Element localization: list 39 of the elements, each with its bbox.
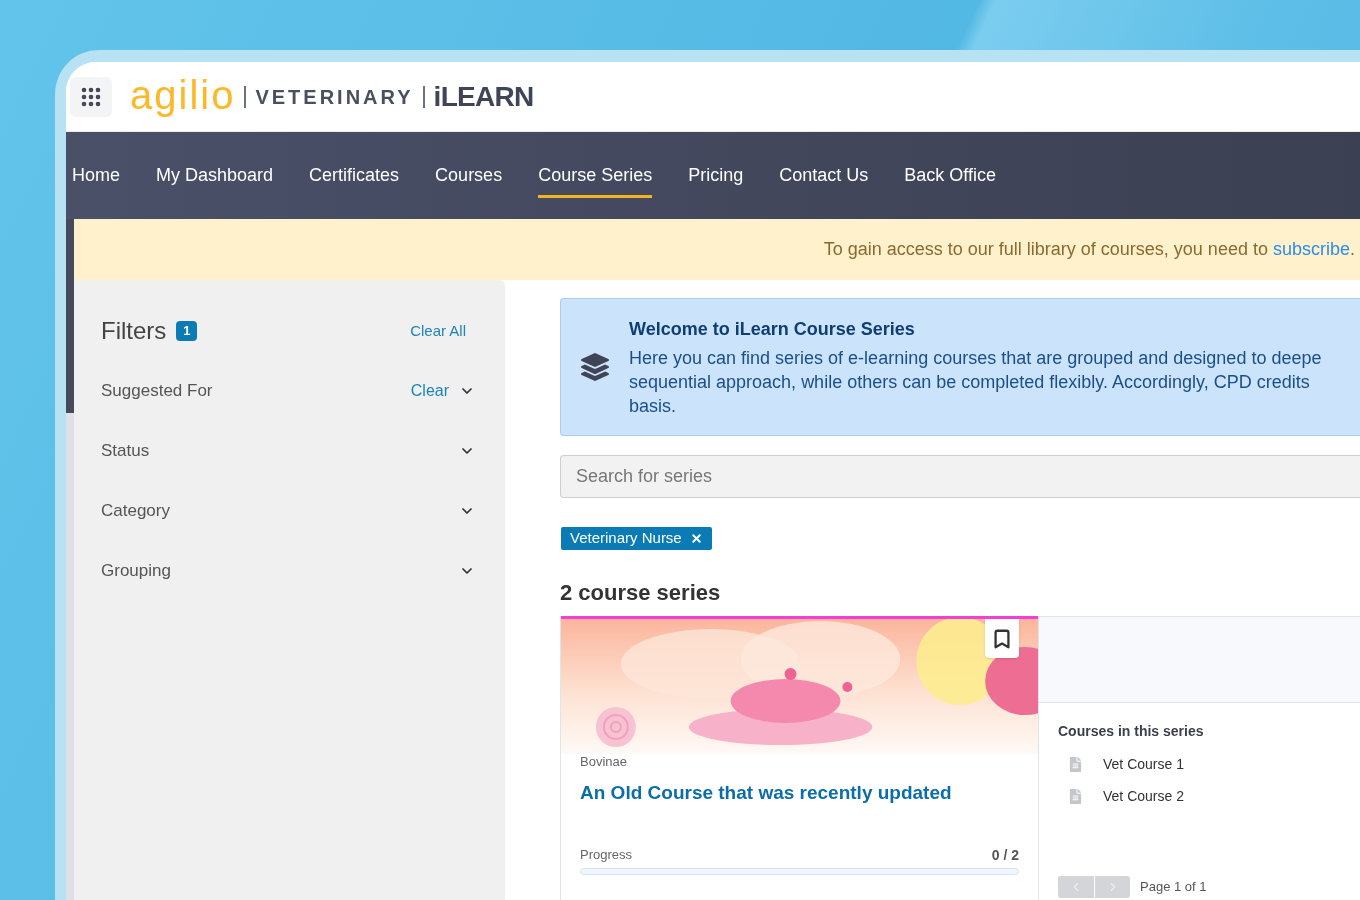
nav-link[interactable]: Back Office <box>904 153 996 198</box>
filter-group-label[interactable]: Status <box>101 438 150 464</box>
progress-label: Progress <box>580 847 633 863</box>
nav-link[interactable]: Course Series <box>538 153 653 198</box>
layers-icon <box>581 353 609 381</box>
course-item[interactable]: Vet Course 2 <box>1103 785 1184 807</box>
nav-link[interactable]: Home <box>72 153 120 198</box>
nav-link[interactable]: Certificates <box>309 153 400 198</box>
clear-all-link[interactable]: Clear All <box>410 319 466 343</box>
nav-link[interactable]: Pricing <box>688 153 744 198</box>
bookmark-button[interactable] <box>985 619 1019 658</box>
logo-product-text: VETERINARY <box>255 84 414 110</box>
page-indicator: Page 1 of 1 <box>1140 878 1207 897</box>
welcome-description: Here you can find series of e-learning courses that are grouped and designed to deepe sequential approach, while others can be completed flexibly. Accordingly, CPD credits basis. <box>629 346 1322 418</box>
filter-group-label[interactable]: Category <box>101 498 170 524</box>
course-series-card[interactable]: Bovinae An Old Course that was recently updated Progress 0 / 2 <box>560 616 1038 900</box>
filters-title: Filters <box>101 316 167 346</box>
subscribe-notice: To gain access to our full library of courses, you need to subscribe. <box>823 238 1355 261</box>
course-item[interactable]: Vet Course 1 <box>1103 753 1184 775</box>
courses-heading: Courses in this series <box>1058 722 1205 740</box>
close-icon[interactable] <box>689 532 703 545</box>
document-icon <box>1068 788 1083 804</box>
card-title[interactable]: An Old Course that was recently updated <box>580 782 1019 804</box>
progress-reading: 0 / 2 <box>991 847 1019 863</box>
nav-link[interactable]: My Dashboard <box>156 153 274 198</box>
apps-menu-button[interactable] <box>70 76 112 117</box>
clear-link[interactable]: Clear <box>410 379 449 403</box>
filter-group-label[interactable]: Suggested For <box>101 378 213 404</box>
filter-count-badge: 1 <box>176 321 198 341</box>
logo-platform-text: iLEARN <box>433 79 534 114</box>
search-field[interactable]: Search for series <box>560 455 1360 498</box>
card-category: Bovinae <box>580 754 628 770</box>
results-heading: 2 course series <box>560 580 722 606</box>
welcome-title: Welcome to iLearn Course Series <box>629 317 916 341</box>
document-icon <box>1068 756 1083 772</box>
filter-chip[interactable]: Veterinary Nurse <box>561 527 712 550</box>
filter-group-label[interactable]: Grouping <box>101 558 171 584</box>
nav-link[interactable]: Courses <box>435 153 503 198</box>
nav-link[interactable]: Contact Us <box>779 153 869 198</box>
